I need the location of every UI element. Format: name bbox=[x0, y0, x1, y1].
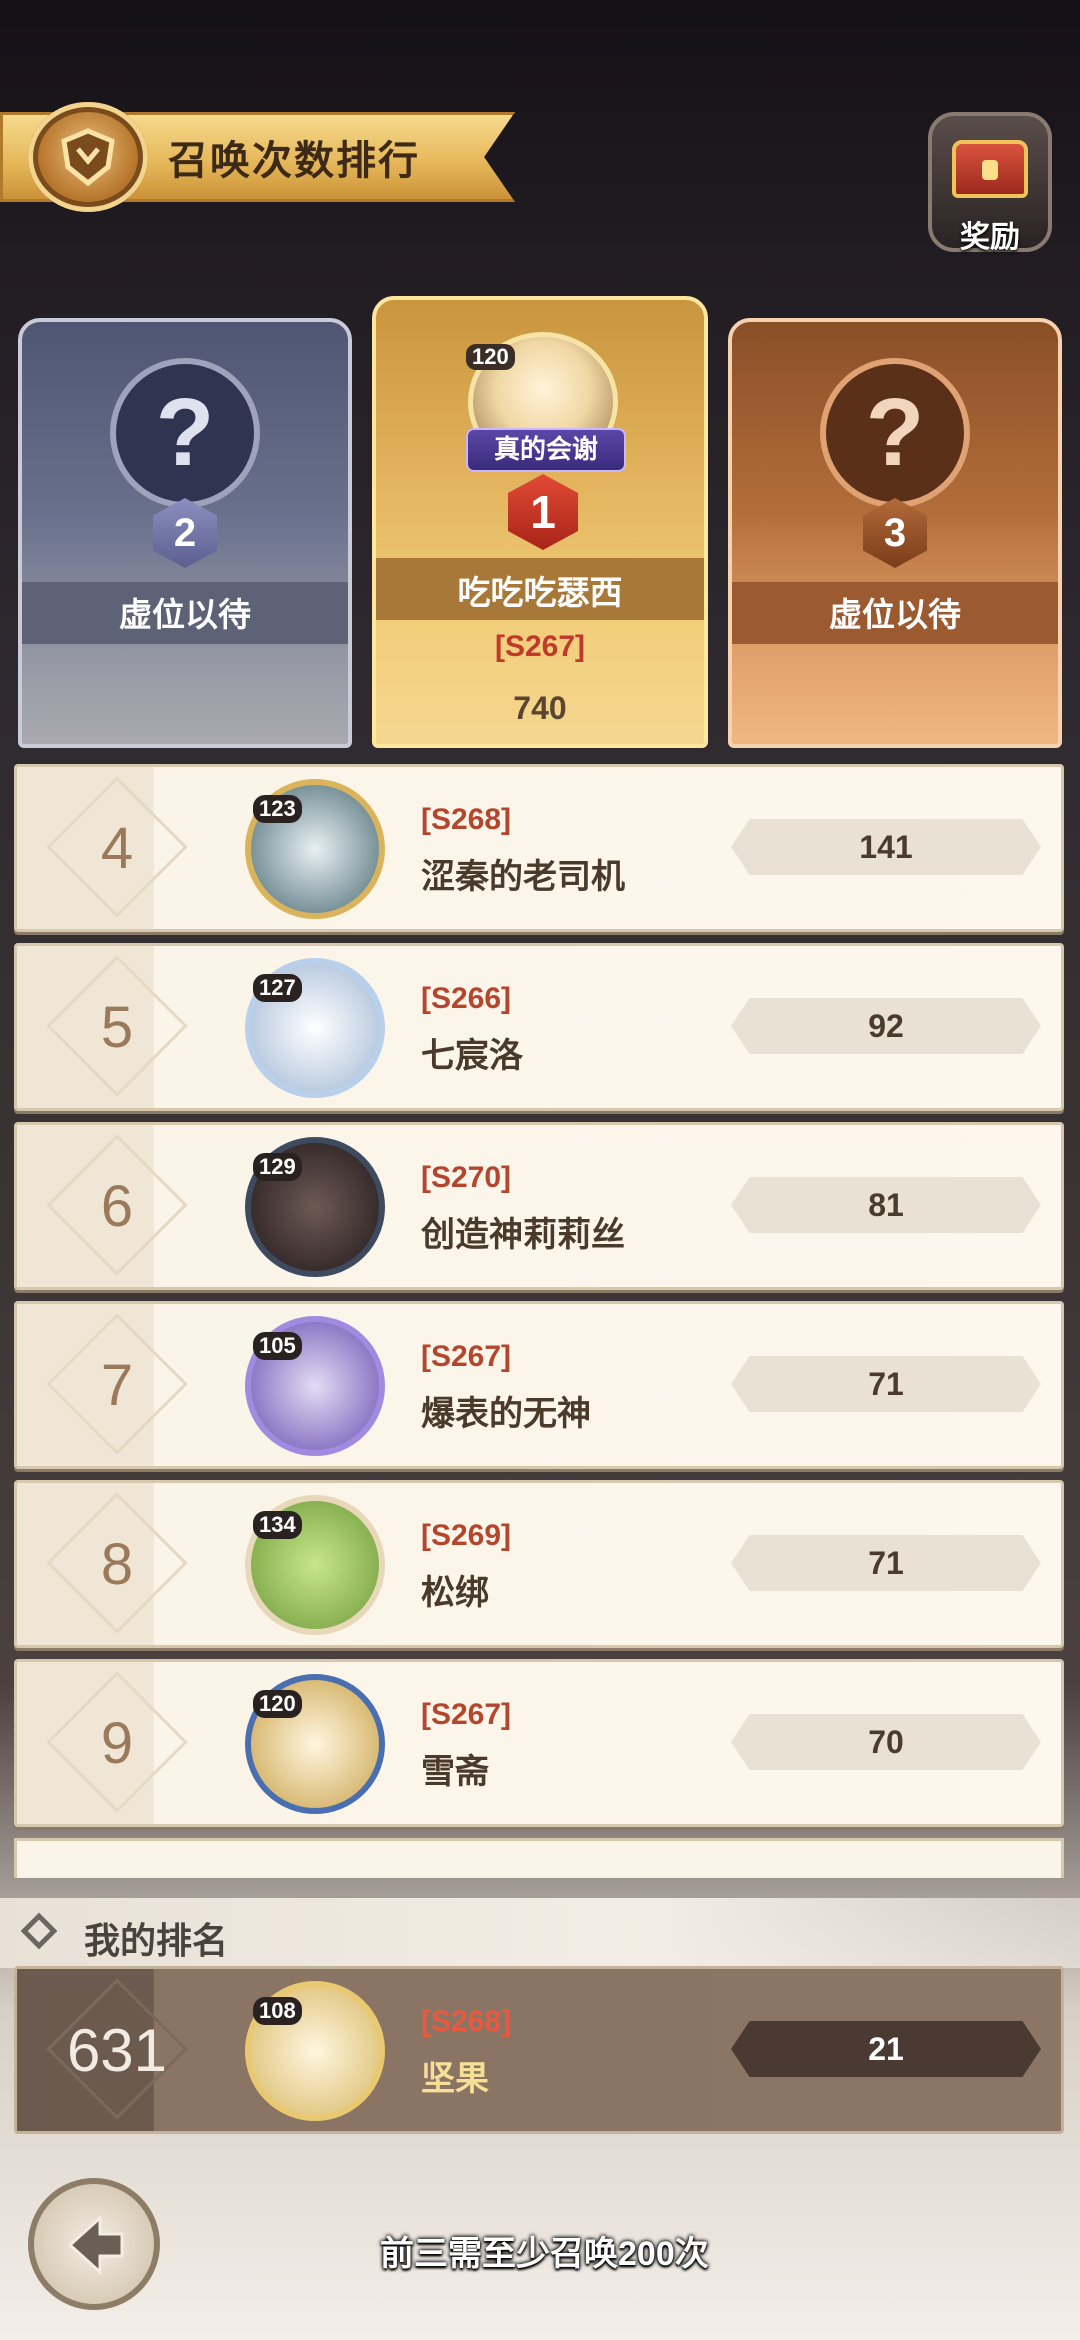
list-item[interactable]: 6 129 [S270] 创造神莉莉丝 81 bbox=[14, 1122, 1064, 1290]
rank-number: 7 bbox=[100, 1352, 134, 1418]
rank-number: 8 bbox=[100, 1531, 134, 1597]
list-item[interactable]: 7 105 [S267] 爆表的无神 71 bbox=[14, 1301, 1064, 1469]
server-tag: [S267] bbox=[421, 1698, 512, 1731]
summon-count: 71 bbox=[731, 1535, 1041, 1591]
podium-first-value: 740 bbox=[513, 690, 567, 726]
list-item-partial bbox=[14, 1838, 1064, 1878]
podium-first-server: [S267] bbox=[494, 630, 586, 663]
chest-lock bbox=[982, 160, 998, 180]
empty-slot-icon: ? bbox=[110, 358, 260, 508]
rank-number: 631 bbox=[66, 2016, 168, 2084]
player-name: 坚果 bbox=[421, 2060, 489, 2098]
player-level: 120 bbox=[466, 344, 515, 370]
shield-emblem-icon bbox=[28, 102, 148, 212]
summon-count: 70 bbox=[731, 1714, 1041, 1770]
rank-number: 5 bbox=[100, 994, 134, 1060]
list-item[interactable]: 5 127 [S266] 七宸洛 92 bbox=[14, 943, 1064, 1111]
server-tag: [S270] bbox=[421, 1161, 512, 1194]
player-title-tag: 真的会谢 bbox=[466, 428, 626, 472]
server-tag: [S269] bbox=[421, 1519, 512, 1552]
player-level: 127 bbox=[253, 974, 302, 1002]
rank-number: 6 bbox=[100, 1173, 134, 1239]
server-tag: [S268] bbox=[421, 2005, 512, 2038]
back-arrow-icon bbox=[67, 2214, 124, 2276]
podium-first-name: 吃吃吃瑟西 bbox=[457, 574, 623, 611]
podium-second-name: 虚位以待 bbox=[119, 596, 251, 633]
list-item[interactable]: 9 120 [S267] 雪斋 70 bbox=[14, 1659, 1064, 1827]
podium-third-name: 虚位以待 bbox=[829, 596, 961, 633]
list-item[interactable]: 8 134 [S269] 松绑 71 bbox=[14, 1480, 1064, 1648]
server-tag: [S268] bbox=[421, 803, 512, 836]
player-level: 134 bbox=[253, 1511, 302, 1539]
server-tag: [S267] bbox=[421, 1340, 512, 1373]
list-item[interactable]: 4 123 [S268] 涩秦的老司机 141 bbox=[14, 764, 1064, 932]
server-tag: [S266] bbox=[421, 982, 512, 1015]
back-button[interactable] bbox=[28, 2178, 160, 2310]
player-name: 七宸洛 bbox=[421, 1037, 523, 1075]
my-rank-row[interactable]: 631 108 [S268] 坚果 21 bbox=[14, 1966, 1064, 2134]
rank-number: 9 bbox=[100, 1710, 134, 1776]
player-level: 129 bbox=[253, 1153, 302, 1181]
summon-count: 92 bbox=[731, 998, 1041, 1054]
my-rank-label: 我的排名 bbox=[84, 1920, 229, 1961]
player-level: 105 bbox=[253, 1332, 302, 1360]
player-name: 雪斋 bbox=[421, 1753, 489, 1791]
page-title: 召唤次数排行 bbox=[168, 139, 420, 183]
summon-count: 81 bbox=[731, 1177, 1041, 1233]
player-name: 涩秦的老司机 bbox=[421, 858, 625, 896]
requirement-note: 前三需至少召唤200次 bbox=[380, 2235, 709, 2273]
empty-slot-icon: ? bbox=[820, 358, 970, 508]
summon-count: 141 bbox=[731, 819, 1041, 875]
rank-number: 4 bbox=[100, 815, 134, 881]
player-level: 123 bbox=[253, 795, 302, 823]
player-level: 120 bbox=[253, 1690, 302, 1718]
player-name: 松绑 bbox=[421, 1574, 489, 1612]
reward-label: 奖励 bbox=[960, 221, 1020, 254]
player-name: 创造神莉莉丝 bbox=[421, 1216, 625, 1254]
player-name: 爆表的无神 bbox=[421, 1395, 591, 1433]
summon-count: 71 bbox=[731, 1356, 1041, 1412]
summon-count: 21 bbox=[731, 2021, 1041, 2077]
player-level: 108 bbox=[253, 1997, 302, 2025]
